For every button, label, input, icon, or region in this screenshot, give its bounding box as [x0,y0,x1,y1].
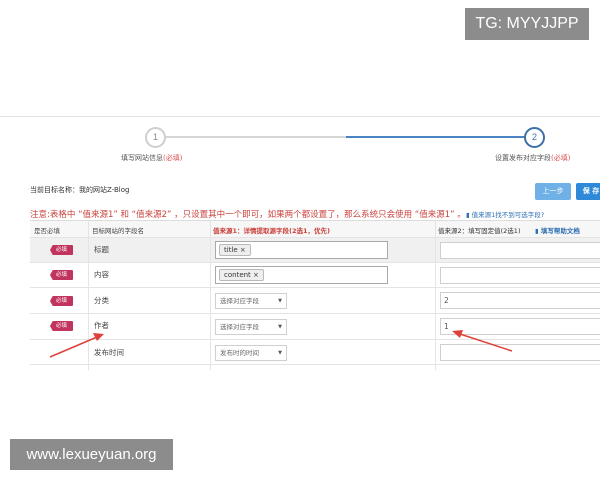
arrow-to-fixed-value [452,330,513,352]
annotation-arrows [49,330,513,358]
watermark-bottom: www.lexueyuan.org [10,439,173,470]
arrow-to-author [49,333,104,358]
